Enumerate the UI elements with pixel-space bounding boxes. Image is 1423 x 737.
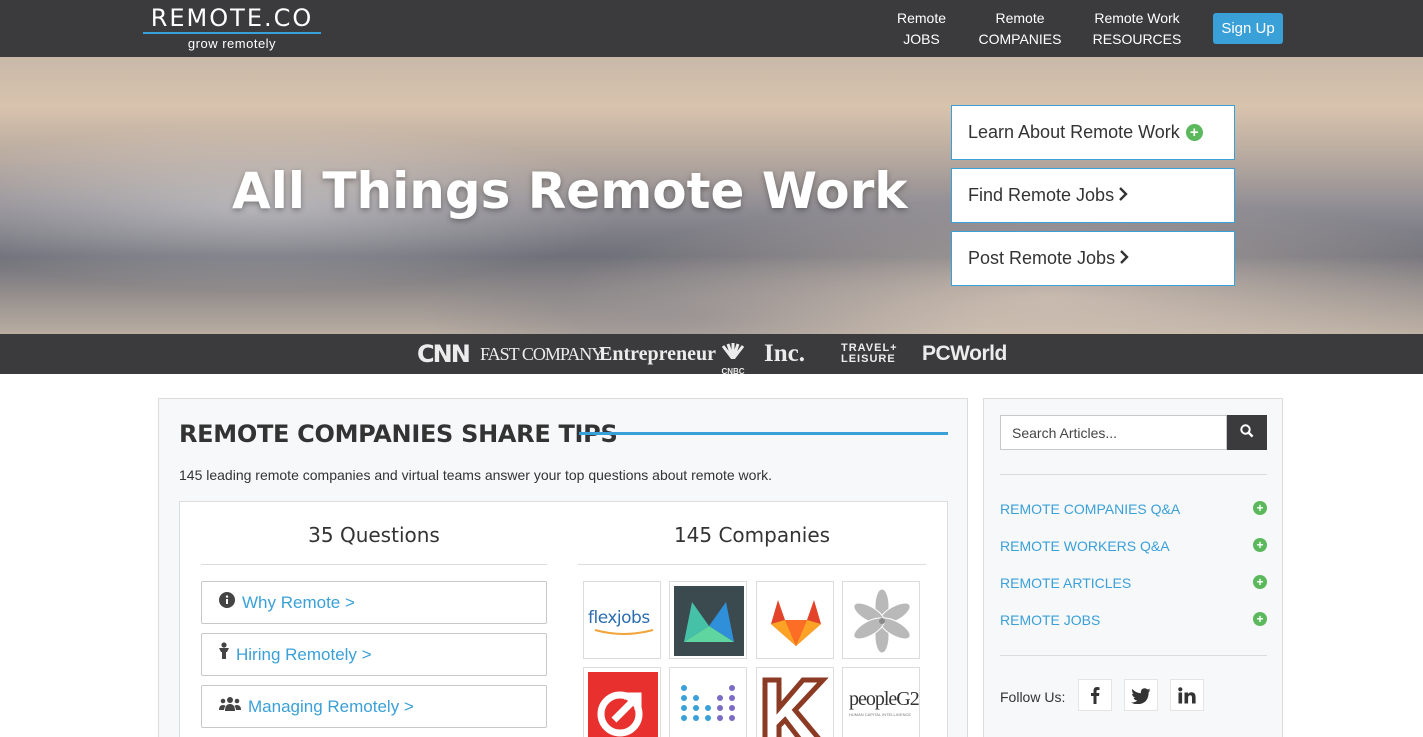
question-why-remote[interactable]: Why Remote > bbox=[201, 581, 547, 624]
plus-circle-icon: + bbox=[1253, 501, 1267, 515]
plus-circle-icon: + bbox=[1253, 575, 1267, 589]
learn-about-remote-work-button[interactable]: Learn About Remote Work + bbox=[951, 105, 1235, 160]
twitter-icon bbox=[1131, 688, 1151, 705]
person-icon bbox=[218, 635, 230, 676]
facebook-icon bbox=[1091, 687, 1100, 704]
post-remote-jobs-label: Post Remote Jobs bbox=[968, 248, 1116, 268]
remote-companies-tips-panel: REMOTE COMPANIES SHARE TIPS 145 leading … bbox=[158, 398, 968, 737]
nav-remote-jobs[interactable]: Remote JOBS bbox=[888, 8, 955, 50]
peopleg2-caption: HUMAN CAPITAL INTELLIGENCE bbox=[849, 712, 912, 717]
nav-remote-work-resources[interactable]: Remote Work RESOURCES bbox=[1085, 8, 1189, 50]
company-tile-peopleg2[interactable]: peopleG2 HUMAN CAPITAL INTELLIGENCE bbox=[842, 667, 920, 737]
sidebar-link-label: REMOTE COMPANIES Q&A bbox=[1000, 501, 1181, 517]
nav-remote-companies[interactable]: Remote COMPANIES bbox=[975, 8, 1065, 50]
nav-resources-line2: RESOURCES bbox=[1092, 31, 1182, 47]
press-logos-strip: CNN FAST COMPANY Entrepreneur CNBC Inc. … bbox=[0, 334, 1423, 376]
info-circle-icon bbox=[218, 583, 236, 624]
section-intro: 145 leading remote companies and virtual… bbox=[179, 467, 772, 483]
sidebar-link-label: REMOTE WORKERS Q&A bbox=[1000, 538, 1170, 554]
flower-logo bbox=[853, 588, 911, 654]
press-logo-entrepreneur: Entrepreneur bbox=[599, 343, 717, 365]
logo-tagline: grow remotely bbox=[187, 36, 277, 51]
plus-circle-icon: + bbox=[1253, 538, 1267, 552]
company-tile-dots[interactable] bbox=[669, 667, 747, 737]
company-tile-flower[interactable] bbox=[842, 581, 920, 659]
k-logo bbox=[762, 677, 829, 737]
cnbc-label: CNBC bbox=[721, 367, 745, 376]
hero-title: All Things Remote Work bbox=[232, 162, 908, 220]
learn-about-remote-work-label: Learn About Remote Work bbox=[968, 122, 1180, 142]
facebook-button[interactable] bbox=[1078, 679, 1112, 711]
search-button[interactable] bbox=[1227, 415, 1267, 450]
search-articles-input[interactable] bbox=[1000, 415, 1227, 450]
dots-logo bbox=[681, 685, 735, 721]
company-tile-red-arrow[interactable] bbox=[583, 667, 661, 737]
plus-circle-icon: + bbox=[1253, 612, 1267, 626]
twitter-button[interactable] bbox=[1124, 679, 1158, 711]
logo-underline bbox=[143, 32, 321, 34]
sidebar-link-label: REMOTE JOBS bbox=[1000, 612, 1101, 628]
sidebar-link-label: REMOTE ARTICLES bbox=[1000, 575, 1132, 591]
company-tile-flexjobs[interactable]: flexjobs bbox=[583, 581, 661, 659]
company-tile-m-logo[interactable] bbox=[669, 581, 747, 659]
chevron-right-icon bbox=[1118, 169, 1128, 222]
nav-remote-companies-line2: COMPANIES bbox=[978, 31, 1062, 47]
companies-heading: 145 Companies bbox=[673, 523, 831, 547]
question-why-remote-label: Why Remote > bbox=[242, 593, 355, 612]
sidebar-link-remote-companies-qa[interactable]: REMOTE COMPANIES Q&A + bbox=[1000, 499, 1267, 519]
nav-remote-jobs-line1: Remote bbox=[896, 10, 947, 26]
question-hiring-remotely-label: Hiring Remotely > bbox=[236, 645, 372, 664]
find-remote-jobs-button[interactable]: Find Remote Jobs bbox=[951, 168, 1235, 223]
site-logo[interactable]: REMOTE.CO grow remotely bbox=[143, 5, 321, 51]
press-logo-pcworld: PCWorld bbox=[922, 342, 1007, 365]
peopleg2-wordmark: peopleG2 bbox=[849, 688, 919, 710]
top-navigation-bar: REMOTE.CO grow remotely Remote JOBS Remo… bbox=[0, 0, 1423, 57]
users-icon bbox=[218, 687, 242, 728]
question-managing-remotely[interactable]: Managing Remotely > bbox=[201, 685, 547, 728]
sidebar-divider bbox=[1000, 655, 1267, 656]
sidebar-link-remote-workers-qa[interactable]: REMOTE WORKERS Q&A + bbox=[1000, 536, 1267, 556]
flexjobs-swoosh bbox=[594, 629, 654, 635]
linkedin-icon bbox=[1178, 687, 1196, 704]
gitlab-fox-logo bbox=[771, 600, 821, 646]
follow-us-label: Follow Us: bbox=[1000, 689, 1066, 705]
linkedin-button[interactable] bbox=[1170, 679, 1204, 711]
press-logo-cnbc: CNBC bbox=[716, 342, 750, 376]
flexjobs-wordmark: flexjobs bbox=[588, 608, 650, 628]
nav-resources-line1: Remote Work bbox=[1094, 10, 1180, 26]
sidebar: REMOTE COMPANIES Q&A + REMOTE WORKERS Q&… bbox=[983, 398, 1283, 737]
logo-wordmark: REMOTE.CO bbox=[150, 4, 314, 32]
sign-up-button[interactable]: Sign Up bbox=[1213, 13, 1283, 44]
peacock-icon bbox=[721, 343, 745, 360]
company-tile-gitlab[interactable] bbox=[756, 581, 834, 659]
press-logo-cnn: CNN bbox=[417, 340, 471, 368]
red-arrow-logo bbox=[588, 672, 658, 737]
companies-divider bbox=[578, 564, 926, 565]
nav-remote-jobs-line2: JOBS bbox=[903, 31, 940, 47]
press-logo-inc: Inc. bbox=[764, 340, 805, 367]
press-logo-fast-company: FAST COMPANY bbox=[480, 344, 604, 364]
post-remote-jobs-button[interactable]: Post Remote Jobs bbox=[951, 231, 1235, 286]
question-managing-remotely-label: Managing Remotely > bbox=[248, 697, 414, 716]
company-tile-k-logo[interactable] bbox=[756, 667, 834, 737]
questions-companies-box: 35 Questions 145 Companies Why Remote > … bbox=[179, 501, 948, 737]
hero-banner: All Things Remote Work Learn About Remot… bbox=[0, 57, 1423, 334]
questions-divider bbox=[201, 564, 547, 565]
title-accent-rule bbox=[579, 432, 948, 435]
questions-heading: 35 Questions bbox=[308, 523, 440, 547]
section-title: REMOTE COMPANIES SHARE TIPS bbox=[179, 420, 618, 448]
search-icon bbox=[1240, 424, 1254, 438]
plus-circle-icon: + bbox=[1185, 124, 1203, 141]
press-logo-travel-leisure: TRAVEL+ LEISURE bbox=[841, 342, 898, 365]
sidebar-link-remote-jobs[interactable]: REMOTE JOBS + bbox=[1000, 610, 1267, 630]
nav-remote-companies-line1: Remote bbox=[995, 10, 1045, 26]
sidebar-divider bbox=[1000, 474, 1267, 475]
m-logo bbox=[674, 586, 744, 656]
chevron-right-icon bbox=[1119, 232, 1129, 285]
question-hiring-remotely[interactable]: Hiring Remotely > bbox=[201, 633, 547, 676]
sidebar-link-remote-articles[interactable]: REMOTE ARTICLES + bbox=[1000, 573, 1267, 593]
find-remote-jobs-label: Find Remote Jobs bbox=[968, 185, 1115, 205]
